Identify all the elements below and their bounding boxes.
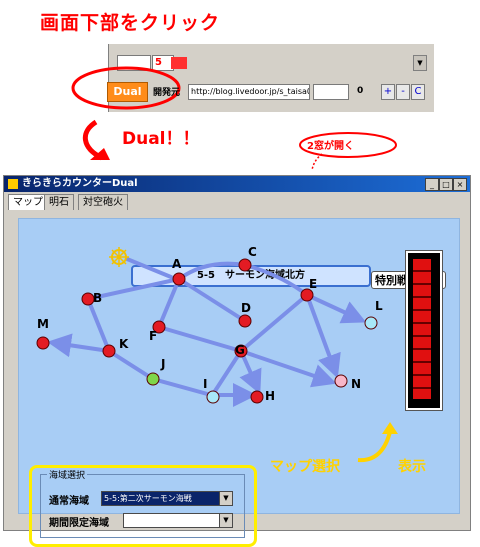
normal-sea-select[interactable]: 5-5:第二次サーモン海戦 ▼	[101, 491, 233, 506]
scroll-down-icon[interactable]: ▼	[413, 55, 427, 71]
node-label-f: F	[149, 329, 158, 343]
node-label-m: M	[37, 317, 49, 331]
map-node-n	[334, 374, 348, 388]
map-node-m	[36, 336, 50, 350]
node-label-h: H	[265, 389, 276, 403]
tab-antiair[interactable]: 対空砲火	[78, 194, 128, 210]
limited-sea-label: 期間限定海域	[49, 518, 109, 529]
start-point-icon	[109, 247, 129, 267]
dotted-arrow-icon	[311, 153, 323, 171]
map-node-a	[172, 272, 186, 286]
url-extra-field[interactable]	[313, 84, 349, 100]
map-node-c	[238, 258, 252, 272]
window-title: きらきらカウンターDual	[22, 178, 138, 189]
route-c-e	[243, 263, 309, 297]
node-label-i: I	[203, 377, 208, 391]
node-label-c: C	[248, 245, 257, 259]
chevron-down-icon[interactable]: ▼	[219, 514, 232, 527]
map-node-k	[102, 344, 116, 358]
node-label-k: K	[119, 337, 129, 351]
app-icon	[8, 179, 18, 189]
sea-area-legend: 海域選択	[47, 468, 88, 481]
chevron-down-icon[interactable]: ▼	[219, 492, 232, 505]
title-bar: きらきらカウンターDual	[4, 176, 470, 192]
route-a-d	[177, 277, 247, 323]
dual-button-top[interactable]: Dual	[107, 82, 148, 102]
main-window: きらきらカウンターDual _ □ × マップ 明石 対空砲火 5-5 サーモン…	[3, 175, 471, 547]
normal-sea-value: 5-5:第二次サーモン海戦	[104, 494, 192, 503]
route-g-i	[213, 349, 243, 393]
zero-value: 0	[357, 86, 364, 96]
dual-annotation: Dual！！	[122, 129, 200, 149]
limited-sea-select[interactable]: ▼	[123, 513, 233, 528]
tab-map[interactable]: マップ	[8, 194, 48, 210]
node-label-l: L	[375, 299, 383, 313]
node-label-e: E	[309, 277, 318, 291]
map-select-annotation: マップ選択	[270, 459, 340, 475]
sea-area-group: 海域選択 通常海域 5-5:第二次サーモン海戦 ▼ 期間限定海域 ▼	[40, 468, 245, 538]
node-label-n: N	[351, 377, 362, 391]
node-label-g: G	[235, 343, 245, 357]
route-k-m	[47, 333, 111, 358]
node-label-b: B	[93, 291, 103, 305]
node-label-j: J	[161, 357, 166, 371]
plus-button[interactable]: +	[381, 84, 395, 100]
minus-button[interactable]: -	[396, 84, 410, 100]
url-field[interactable]: http://blog.livedoor.jp/s_taisa0/	[188, 84, 310, 100]
display-annotation: 表示	[398, 459, 426, 475]
map-node-h	[250, 390, 264, 404]
click-bottom-annotation: 画面下部をクリック	[40, 12, 221, 34]
route-a-f	[157, 277, 181, 329]
node-label-d: D	[241, 301, 251, 315]
map-node-i	[206, 390, 220, 404]
developer-label: 開発元	[153, 88, 181, 98]
second-window-annotation: 2窓が開く	[307, 141, 354, 152]
minimize-icon[interactable]: _	[425, 178, 439, 191]
red-curved-arrow-icon	[83, 119, 110, 161]
close-icon[interactable]: ×	[453, 178, 467, 191]
route-k-j	[107, 349, 155, 381]
map-node-l	[364, 316, 378, 330]
node-label-a: A	[172, 257, 182, 271]
route-a-c	[177, 261, 247, 281]
clear-button[interactable]: C	[411, 84, 425, 100]
normal-sea-label: 通常海域	[49, 496, 89, 507]
route-b-k	[86, 297, 111, 353]
map-node-d	[238, 314, 252, 328]
tab-akashi[interactable]: 明石	[44, 194, 74, 210]
map-node-j	[146, 372, 160, 386]
route-start-a	[125, 257, 173, 279]
route-f-g	[157, 325, 243, 353]
maximize-icon[interactable]: □	[439, 178, 453, 191]
